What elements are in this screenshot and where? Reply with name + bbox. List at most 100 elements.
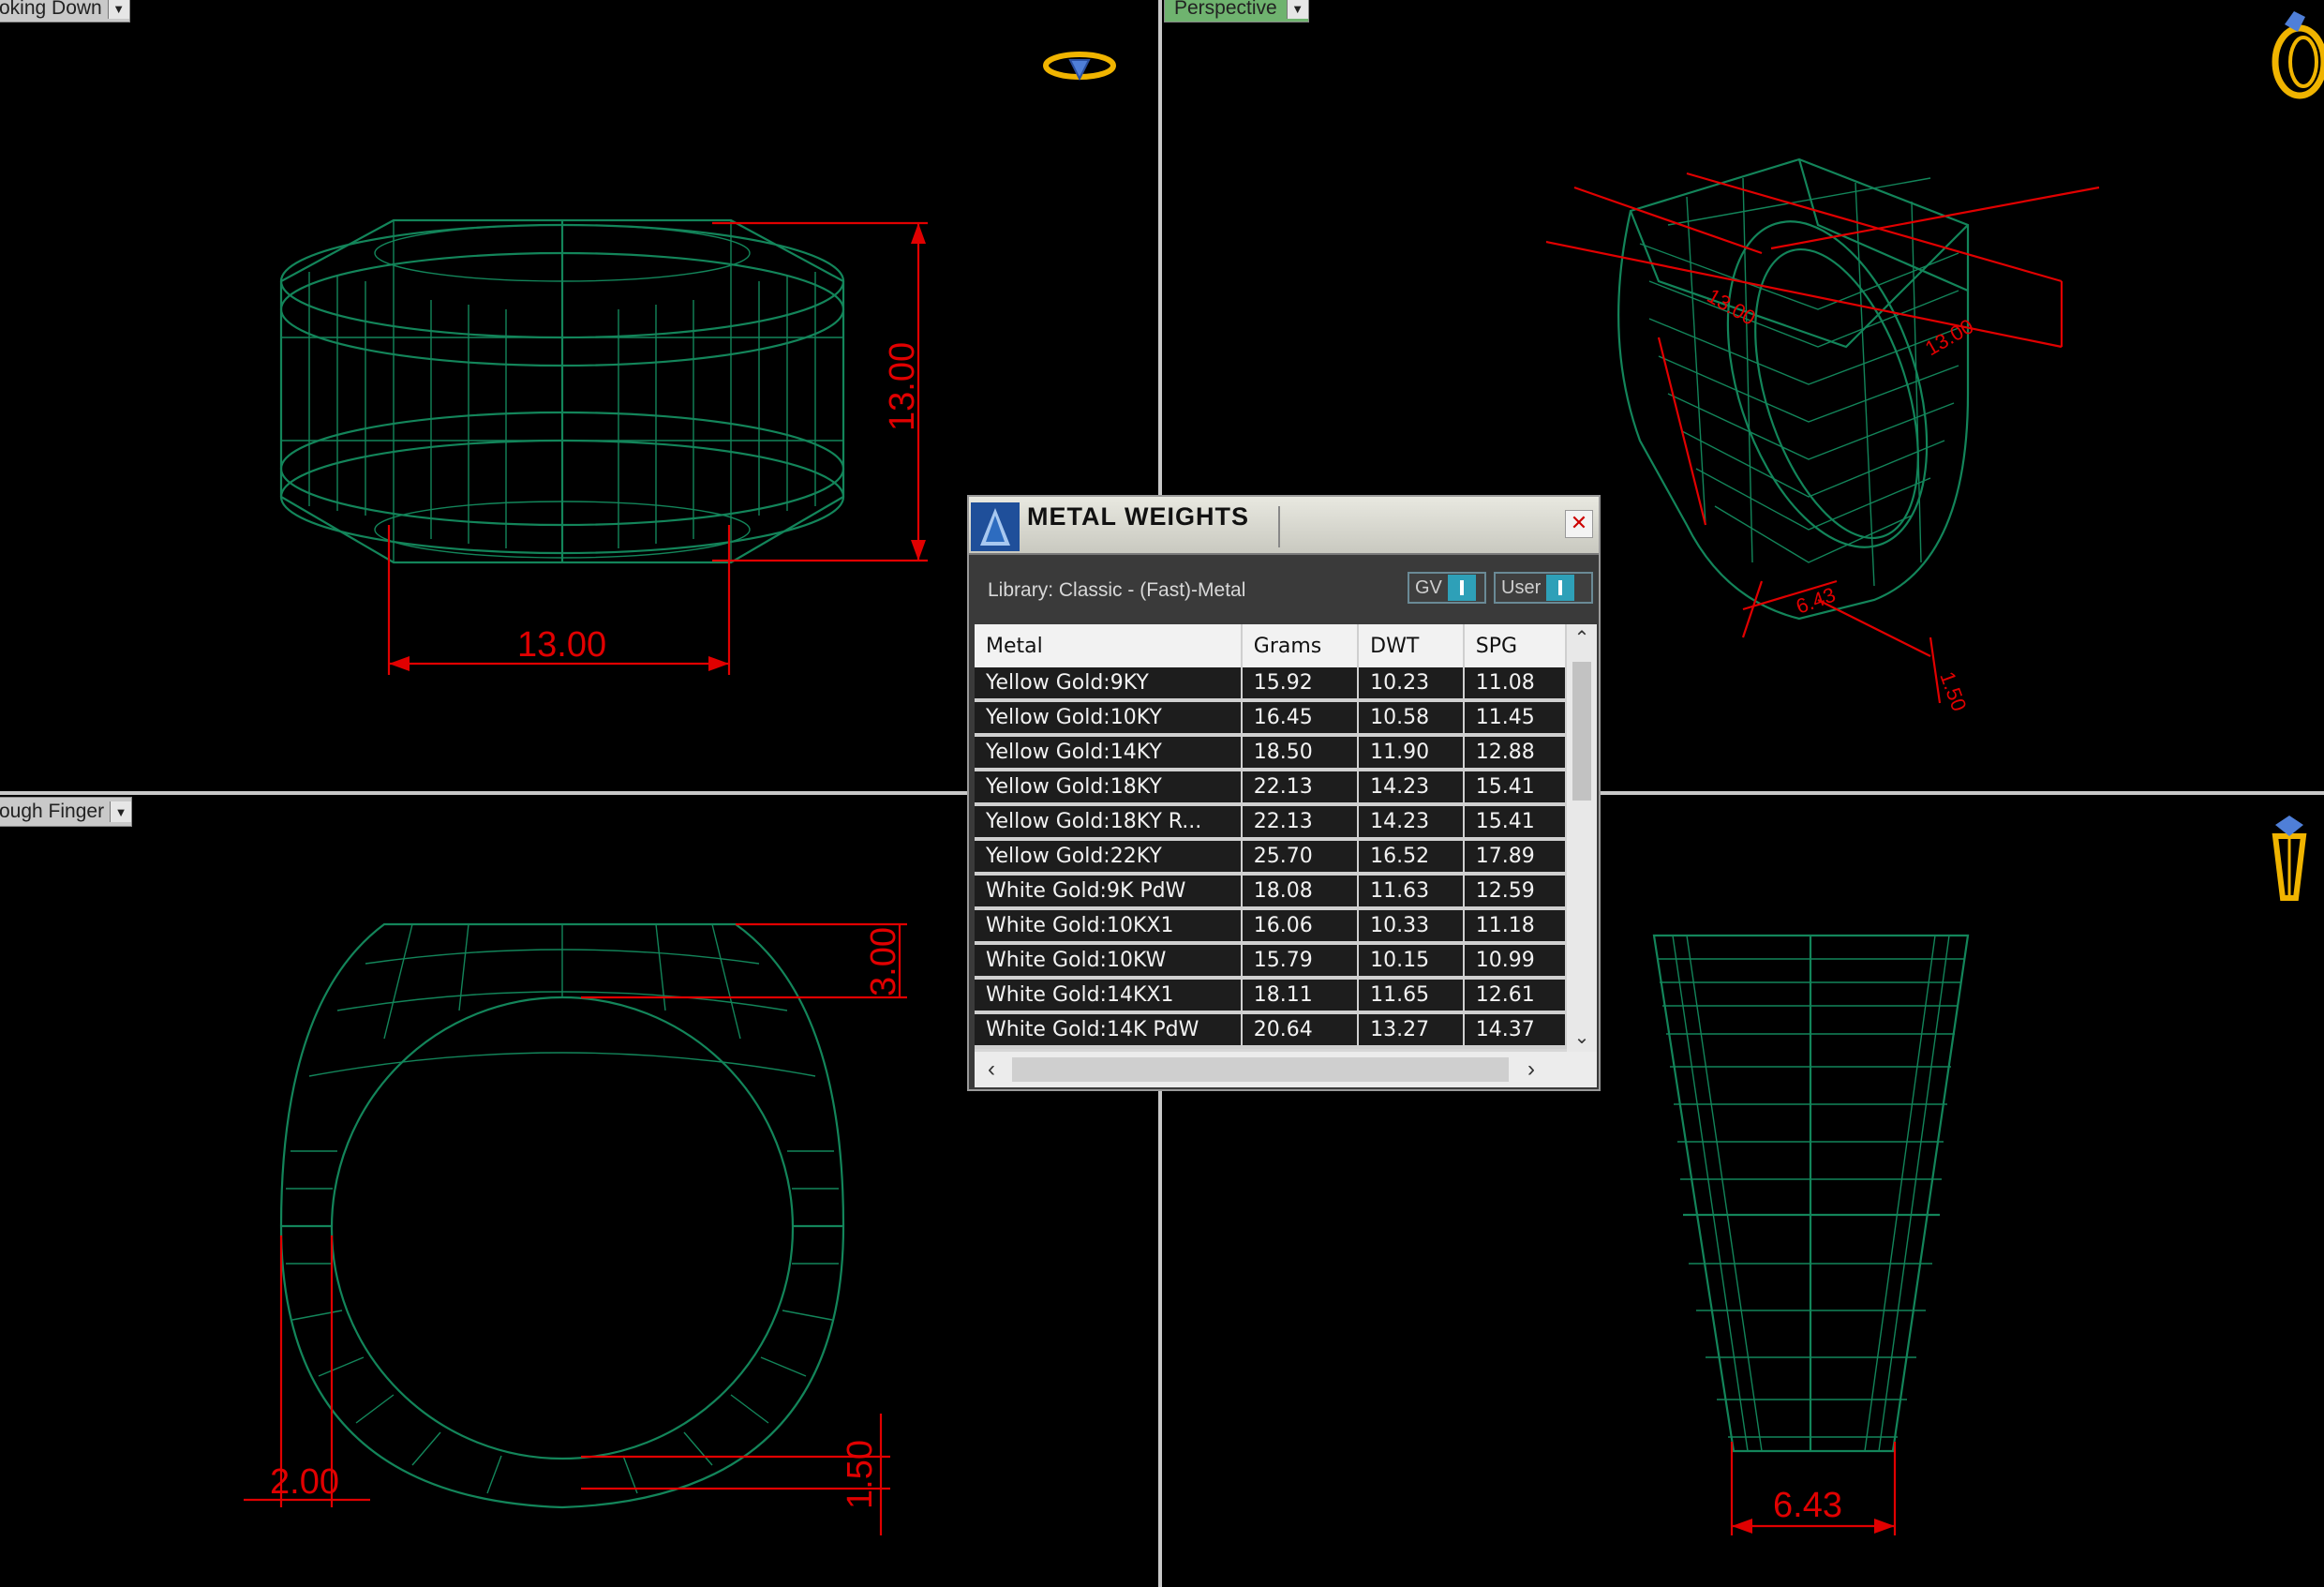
spg-cell: 11.18 — [1463, 908, 1567, 945]
spg-cell: 15.41 — [1463, 770, 1567, 806]
svg-text:13.00: 13.00 — [1921, 314, 1977, 360]
column-header-metal[interactable]: Metal — [975, 624, 1243, 667]
user-toggle[interactable]: User — [1494, 572, 1593, 604]
svg-text:1.50: 1.50 — [1935, 668, 1971, 714]
viewport-tab-perspective[interactable]: Perspective ▼ — [1164, 0, 1309, 22]
metal-cell: Yellow Gold:9KY — [975, 667, 1243, 702]
chevron-down-icon[interactable]: ▼ — [1286, 0, 1308, 19]
grams-cell: 15.92 — [1241, 667, 1360, 702]
metal-cell: Yellow Gold:18KY R... — [975, 804, 1243, 841]
grams-cell: 16.45 — [1241, 700, 1360, 737]
metal-cell: Yellow Gold:10KY — [975, 700, 1243, 737]
table-row[interactable]: White Gold:10KW 15.79 10.15 10.99 — [975, 943, 1567, 980]
dwt-cell: 11.65 — [1358, 978, 1465, 1014]
dwt-cell: 13.27 — [1358, 1012, 1465, 1049]
vertical-scroll-thumb[interactable] — [1572, 662, 1591, 801]
table-header-row: Metal Grams DWT SPG — [975, 624, 1567, 667]
nav-ring-side-icon[interactable] — [2268, 814, 2311, 907]
table-row[interactable]: Yellow Gold:18KY R... 22.13 14.23 15.41 — [975, 804, 1567, 841]
spg-cell: 17.89 — [1463, 839, 1567, 876]
top-view-dimensions — [387, 221, 928, 675]
table-row[interactable]: Yellow Gold:22KY 25.70 16.52 17.89 — [975, 839, 1567, 876]
grams-cell: 15.79 — [1241, 943, 1360, 980]
grams-cell: 18.08 — [1241, 874, 1360, 910]
chevron-down-icon[interactable]: ▼ — [107, 0, 129, 19]
scroll-right-icon[interactable]: › — [1514, 1052, 1548, 1087]
scroll-left-icon[interactable]: ‹ — [975, 1052, 1008, 1087]
table-row[interactable]: White Gold:14K PdW 20.64 13.27 14.37 — [975, 1012, 1567, 1049]
metal-cell: White Gold:9K PdW — [975, 874, 1243, 910]
column-header-dwt[interactable]: DWT — [1358, 624, 1465, 667]
table-row[interactable]: Yellow Gold:10KY 16.45 10.58 11.45 — [975, 700, 1567, 737]
spg-cell: 14.37 — [1463, 1012, 1567, 1049]
dwt-cell: 16.52 — [1358, 839, 1465, 876]
nav-ring-icon[interactable] — [1042, 45, 1117, 88]
viewport-tab-through-finger[interactable]: ough Finger ▼ — [0, 797, 133, 827]
nav-ring-perspective-icon[interactable] — [2268, 7, 2324, 101]
side-view-wireframe — [1652, 934, 1970, 1453]
gv-toggle-label: GV — [1415, 576, 1442, 598]
spg-cell: 10.99 — [1463, 943, 1567, 980]
dwt-cell: 11.63 — [1358, 874, 1465, 910]
vertical-scrollbar[interactable]: ⌃ ⌄ — [1567, 624, 1597, 1052]
dim-side-width-label: 2.00 — [270, 1462, 339, 1502]
titlebar-separator — [1278, 506, 1280, 547]
gv-toggle-switch[interactable] — [1447, 575, 1476, 601]
metal-weights-table[interactable]: Metal Grams DWT SPG Yellow Gold:9KY 15.92… — [975, 624, 1567, 1052]
grams-cell: 16.06 — [1241, 908, 1360, 945]
dim-bottom-width-label: 6.43 — [1773, 1486, 1842, 1525]
dwt-cell: 10.23 — [1358, 667, 1465, 702]
table-row[interactable]: Yellow Gold:18KY 22.13 14.23 15.41 — [975, 770, 1567, 806]
dialog-titlebar[interactable]: METAL WEIGHTS ✕ — [969, 497, 1599, 555]
library-label: Library: Classic - (Fast)-Metal — [988, 579, 1246, 601]
grams-cell: 22.13 — [1241, 770, 1360, 806]
user-toggle-switch[interactable] — [1546, 575, 1575, 601]
spg-cell: 11.08 — [1463, 667, 1567, 702]
top-view-wireframe — [279, 218, 845, 564]
table-row[interactable]: Yellow Gold:14KY 18.50 11.90 12.88 — [975, 735, 1567, 771]
table-row[interactable]: White Gold:10KX1 16.06 10.33 11.18 — [975, 908, 1567, 945]
dim-top-thickness-label: 3.00 — [864, 927, 903, 996]
metal-cell: Yellow Gold:22KY — [975, 839, 1243, 876]
spg-cell: 12.88 — [1463, 735, 1567, 771]
horizontal-scrollbar[interactable]: ‹ › — [975, 1052, 1597, 1087]
spg-cell: 12.59 — [1463, 874, 1567, 910]
column-header-spg[interactable]: SPG — [1463, 624, 1567, 667]
dim-width-label: 13.00 — [517, 625, 606, 665]
viewport-tab-label: Perspective — [1174, 0, 1277, 19]
viewport-tab-label: oking Down — [0, 0, 102, 19]
metal-weights-dialog[interactable]: METAL WEIGHTS ✕ Library: Classic - (Fast… — [967, 495, 1601, 1091]
viewport-tab-looking-down[interactable]: oking Down ▼ — [0, 0, 130, 22]
column-header-grams[interactable]: Grams — [1241, 624, 1360, 667]
user-toggle-label: User — [1501, 576, 1542, 598]
scroll-up-icon[interactable]: ⌃ — [1567, 624, 1597, 652]
metal-cell: White Gold:14KX1 — [975, 978, 1243, 1014]
dialog-title: METAL WEIGHTS — [1027, 502, 1249, 531]
metal-cell: Yellow Gold:14KY — [975, 735, 1243, 771]
viewport-tab-label: ough Finger — [0, 801, 105, 822]
dwt-cell: 10.15 — [1358, 943, 1465, 980]
table-row[interactable]: White Gold:9K PdW 18.08 11.63 12.59 — [975, 874, 1567, 910]
front-view-wireframe — [279, 922, 845, 1509]
horizontal-scroll-thumb[interactable] — [1012, 1057, 1509, 1082]
dwt-cell: 11.90 — [1358, 735, 1465, 771]
metal-cell: White Gold:10KX1 — [975, 908, 1243, 945]
dwt-cell: 10.58 — [1358, 700, 1465, 737]
scale-logo-icon — [971, 502, 1020, 551]
metal-cell: White Gold:10KW — [975, 943, 1243, 980]
dwt-cell: 14.23 — [1358, 804, 1465, 841]
grams-cell: 25.70 — [1241, 839, 1360, 876]
gv-toggle[interactable]: GV — [1408, 572, 1486, 604]
table-row[interactable]: White Gold:14KX1 18.11 11.65 12.61 — [975, 978, 1567, 1014]
dim-height-label: 13.00 — [883, 342, 922, 431]
close-button[interactable]: ✕ — [1565, 510, 1593, 538]
chevron-down-icon[interactable]: ▼ — [110, 801, 132, 822]
spg-cell: 11.45 — [1463, 700, 1567, 737]
grams-cell: 20.64 — [1241, 1012, 1360, 1049]
scroll-down-icon[interactable]: ⌄ — [1567, 1024, 1597, 1052]
grams-cell: 18.11 — [1241, 978, 1360, 1014]
svg-text:6.43: 6.43 — [1793, 583, 1839, 619]
grams-cell: 22.13 — [1241, 804, 1360, 841]
table-row[interactable]: Yellow Gold:9KY 15.92 10.23 11.08 — [975, 667, 1567, 702]
spg-cell: 15.41 — [1463, 804, 1567, 841]
